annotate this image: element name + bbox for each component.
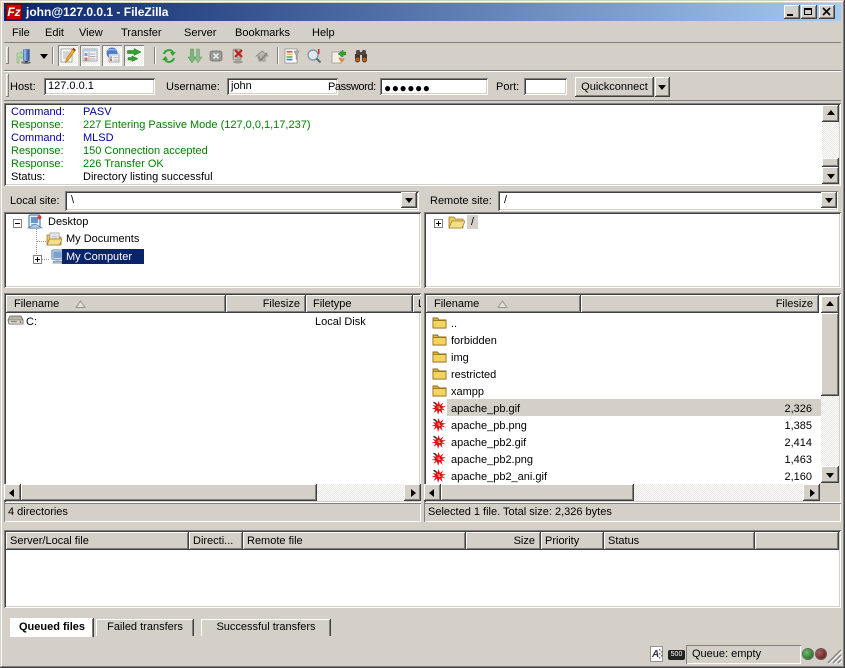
svg-text:A: A — [651, 649, 659, 660]
